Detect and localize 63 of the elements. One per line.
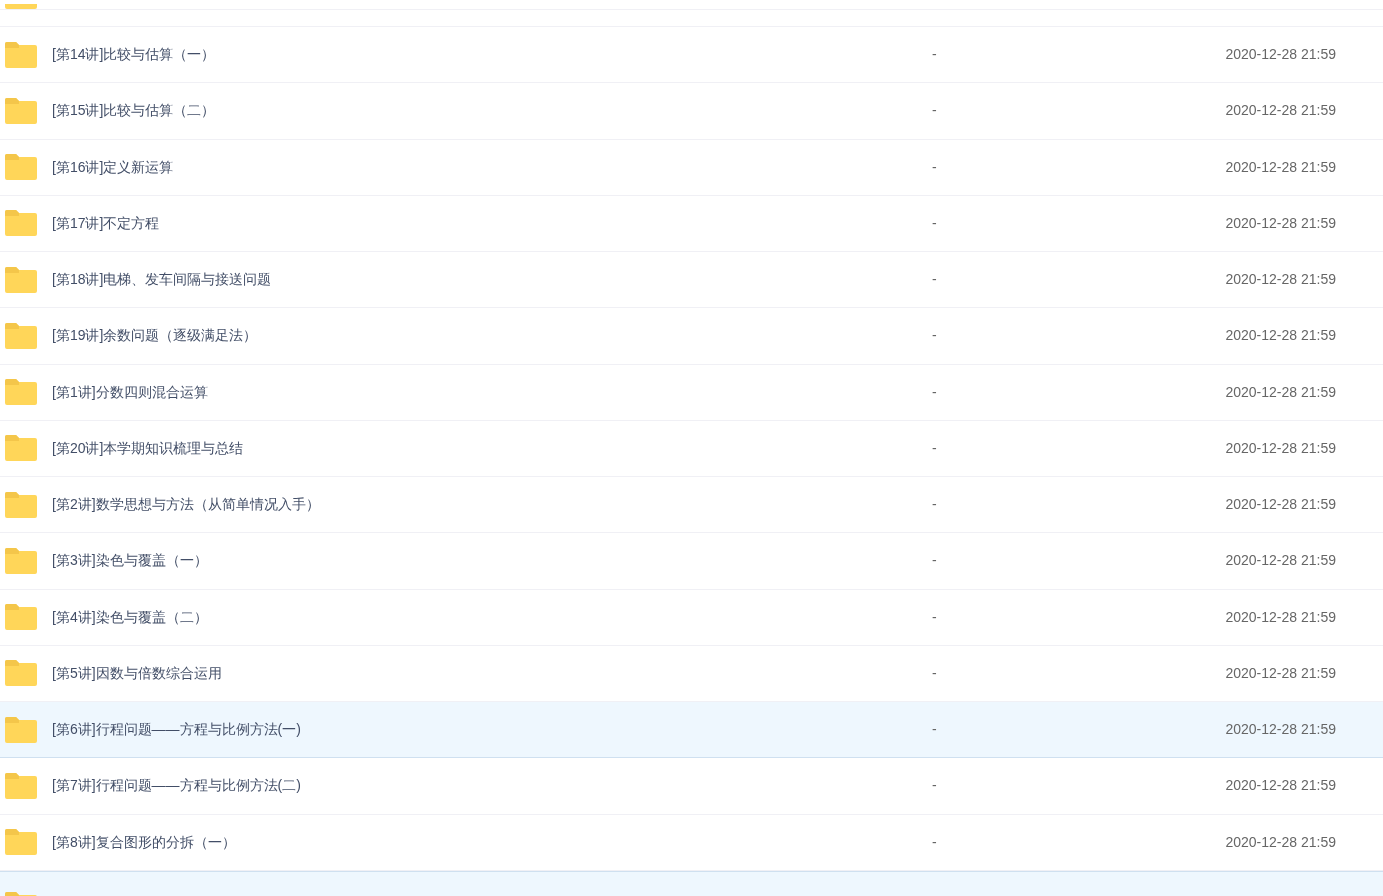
modified-date: 2020-12-28 21:59 (1225, 382, 1336, 402)
folder-name[interactable]: [第18讲]电梯、发车间隔与接送问题 (52, 269, 932, 291)
file-size: - (932, 157, 938, 177)
file-size: - (932, 832, 938, 852)
folder-icon (5, 829, 37, 856)
file-size: - (932, 776, 938, 796)
file-size: - (932, 101, 938, 121)
folder-name[interactable]: [第4讲]染色与覆盖（二） (52, 606, 932, 628)
folder-icon (5, 604, 37, 631)
folder-name[interactable]: [第15讲]比较与估算（二） (52, 100, 932, 122)
folder-icon (5, 435, 37, 462)
modified-date: 2020-12-28 21:59 (1225, 213, 1336, 233)
folder-icon (5, 379, 37, 406)
folder-icon (5, 660, 37, 687)
folder-name[interactable]: [第19讲]余数问题（逐级满足法） (52, 325, 932, 347)
modified-date: 2020-12-28 21:59 (1225, 776, 1336, 796)
file-size: - (932, 720, 938, 740)
folder-icon (5, 491, 37, 518)
file-size: - (932, 326, 938, 346)
modified-date: 2020-12-28 21:59 (1225, 326, 1336, 346)
folder-name[interactable]: [第3讲]染色与覆盖（一） (52, 550, 932, 572)
folder-name[interactable]: [第2讲]数学思想与方法（从简单情况入手） (52, 494, 932, 516)
modified-date: 2020-12-28 21:59 (1225, 45, 1336, 65)
modified-date: 2020-12-28 21:59 (1225, 551, 1336, 571)
modified-date: 2020-12-28 21:59 (1225, 157, 1336, 177)
modified-date: 2020-12-28 21:59 (1225, 607, 1336, 627)
folder-icon (5, 97, 37, 124)
folder-name[interactable]: [第1讲]分数四则混合运算 (52, 381, 932, 403)
file-size: - (932, 382, 938, 402)
file-size: - (932, 607, 938, 627)
folder-icon (5, 41, 37, 68)
folder-name[interactable]: [第5讲]因数与倍数综合运用 (52, 662, 932, 684)
folder-name[interactable]: [第6讲]行程问题——方程与比例方法(一) (52, 719, 932, 741)
modified-date: 2020-12-28 21:59 (1225, 101, 1336, 121)
file-size: - (932, 495, 938, 515)
modified-date: 2020-12-28 21:59 (1225, 495, 1336, 515)
modified-date: 2020-12-28 21:59 (1225, 270, 1336, 290)
folder-icon (5, 266, 37, 293)
folder-icon (5, 4, 37, 9)
modified-date: 2020-12-28 21:59 (1225, 663, 1336, 683)
modified-date: 2020-12-28 21:59 (1225, 832, 1336, 852)
folder-icon (5, 154, 37, 181)
file-size: - (932, 438, 938, 458)
folder-icon (5, 547, 37, 574)
file-size: - (932, 663, 938, 683)
folder-name[interactable]: [第8讲]复合图形的分拆（一） (52, 831, 932, 853)
folder-name[interactable]: [第20讲]本学期知识梳理与总结 (52, 437, 932, 459)
folder-name[interactable]: [第14讲]比较与估算（一） (52, 44, 932, 66)
file-size: - (932, 45, 938, 65)
modified-date: 2020-12-28 21:59 (1225, 720, 1336, 740)
folder-icon (5, 716, 37, 743)
modified-date: 2020-12-28 21:59 (1225, 438, 1336, 458)
file-row[interactable]: [第6讲]行程问题——方程与比例方法(一) - 2020-12-28 21:59 (0, 702, 1383, 759)
folder-name[interactable]: [第17讲]不定方程 (52, 212, 932, 234)
folder-name[interactable]: [第7讲]行程问题——方程与比例方法(二) (52, 775, 932, 797)
file-size: - (932, 213, 938, 233)
folder-icon (5, 322, 37, 349)
folder-icon (5, 772, 37, 799)
folder-icon (5, 210, 37, 237)
file-size: - (932, 551, 938, 571)
file-row[interactable] (0, 870, 1383, 896)
folder-name[interactable]: [第16讲]定义新运算 (52, 156, 932, 178)
file-size: - (932, 270, 938, 290)
